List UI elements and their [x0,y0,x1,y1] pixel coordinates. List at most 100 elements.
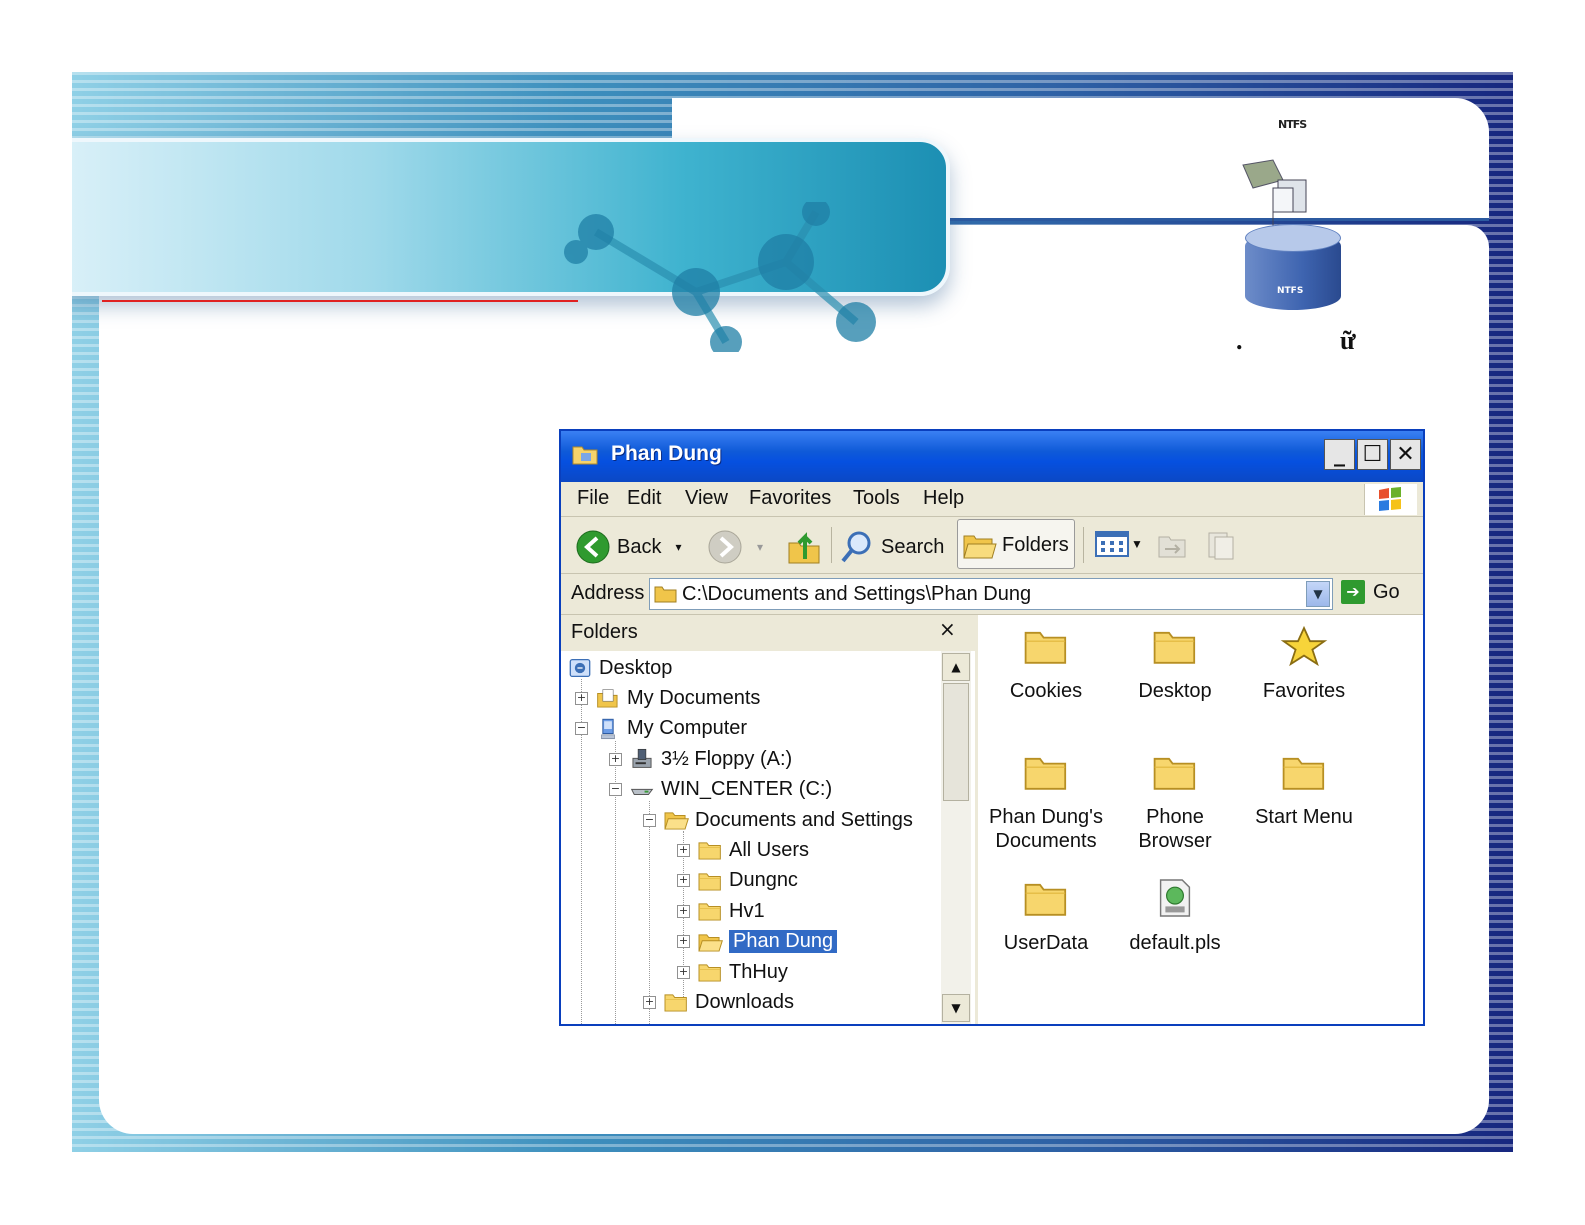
folder-open-icon [697,931,723,953]
expand-icon[interactable]: + [677,904,690,918]
menu-bar: File Edit View Favorites Tools Help [561,482,1423,517]
tree-item[interactable]: − My Computer [575,714,747,744]
toolbar-separator [1083,527,1084,563]
folder-item[interactable]: UserData [982,877,1110,955]
scroll-down-button[interactable]: ▼ [942,994,970,1022]
ntfs-drive-top [1245,224,1341,252]
tree-item-label: Hv1 [729,899,765,922]
file-item-label: Phan Dung's Documents [989,806,1103,852]
menu-view[interactable]: View [685,487,728,510]
tree-item[interactable]: + Dungnc [677,866,798,896]
header-divider [932,218,1489,221]
tree-item[interactable]: +3½ Floppy (A:) [609,744,792,774]
address-bar: Address C:\Documents and Settings\Phan D… [561,574,1423,615]
collapse-icon[interactable]: − [575,722,588,736]
back-label: Back [617,535,662,558]
title-banner [72,138,950,352]
folders-pane-close-icon[interactable]: × [939,617,956,641]
folder-item[interactable]: Phan Dung's Documents [982,751,1110,853]
tree-item-label: Dungnc [729,869,798,892]
address-dropdown-icon[interactable]: ▼ [1306,581,1330,607]
up-folder-button[interactable] [787,529,821,565]
file-item-label: Cookies [1009,680,1083,702]
expand-icon[interactable]: + [677,874,690,888]
tree-item-label: My Computer [627,717,748,740]
move-to-button[interactable] [1155,529,1191,561]
expand-icon[interactable]: + [575,691,588,705]
menu-help[interactable]: Help [923,487,964,510]
folder-window-icon [572,446,598,465]
copy-to-button[interactable] [1203,529,1239,561]
folder-open-icon [663,809,689,831]
tree-item[interactable]: − Documents and Settings [643,805,913,835]
back-dropdown-icon[interactable]: ▾ [675,540,681,554]
folder-item[interactable]: Desktop [1111,625,1239,703]
tree-item-label: ThHuy [729,960,788,983]
tree-item[interactable]: − WIN_CENTER (C:) [609,775,832,805]
menu-edit[interactable]: Edit [627,487,661,510]
collapse-icon[interactable]: − [609,783,622,797]
expand-icon[interactable]: + [643,995,656,1009]
tree-item-label: All Users [729,838,810,861]
folder-icon [697,839,723,861]
tree-item-label: Phan Dung [729,930,838,954]
collapse-icon[interactable]: − [643,813,656,827]
menu-favorites[interactable]: Favorites [749,487,831,510]
maximize-button[interactable]: ☐ [1357,439,1388,470]
search-button[interactable]: Search [839,529,944,565]
folder-item[interactable]: Cookies [982,625,1110,703]
forward-button[interactable]: ▾ [707,529,763,565]
close-button[interactable]: ✕ [1390,439,1421,470]
file-item-label: UserData [1003,932,1089,954]
tree-item[interactable]: + All Users [677,835,809,865]
expand-icon[interactable]: + [677,935,690,949]
explorer-window: Phan Dung _ ☐ ✕ File Edit View Favorites… [559,429,1425,1026]
window-titlebar[interactable]: Phan Dung _ ☐ ✕ [561,431,1423,482]
file-item-label: default.pls [1129,932,1221,954]
ntfs-graphic: NTFS NTFS [1230,110,1350,350]
minimize-button[interactable]: _ [1324,439,1355,470]
go-label: Go [1373,580,1400,603]
tree-item[interactable]: + Phan Dung [677,927,838,957]
window-title: Phan Dung [611,442,722,465]
menu-file[interactable]: File [577,487,609,510]
ntfs-drive-label: NTFS [1277,286,1304,296]
folder-icon [1022,751,1070,799]
address-value: C:\Documents and Settings\Phan Dung [682,583,1032,605]
folder-icon [697,961,723,983]
scroll-up-button[interactable]: ▲ [942,653,970,681]
expand-icon[interactable]: + [609,752,622,766]
title-fragment-1: . [1236,326,1243,355]
tree-item[interactable]: + My Documents [575,683,760,713]
file-item-label: Desktop [1138,680,1212,702]
folder-icon [1022,877,1070,925]
address-input[interactable]: C:\Documents and Settings\Phan Dung ▼ [649,578,1333,610]
molecule-graphic [564,202,876,352]
tree-item[interactable]: Desktop [567,653,672,683]
scroll-thumb[interactable] [943,683,969,801]
favorites-item[interactable]: Favorites [1240,625,1368,703]
tree-item[interactable]: + Downloads [643,987,794,1017]
folder-item[interactable]: Start Menu [1240,751,1368,829]
expand-icon[interactable]: + [677,965,690,979]
file-item-label: Phone Browser [1138,806,1212,852]
tree-item[interactable]: + ThHuy [677,957,788,987]
tree-item[interactable]: + Hv1 [677,896,765,926]
toolbar: Back ▾ ▾ Search Folders ▼ [561,517,1423,574]
title-underline [102,300,578,302]
folder-tree: Desktop + My Documents − My Computer +3½ Flop… [561,651,941,1024]
views-dropdown-icon[interactable]: ▼ [1131,537,1143,551]
title-fragment-2: ữ [1340,326,1356,355]
views-button[interactable]: ▼ [1095,529,1143,559]
go-arrow-icon: ➔ [1341,580,1365,604]
menu-tools[interactable]: Tools [853,487,900,510]
file-item[interactable]: default.pls [1111,877,1239,955]
go-button[interactable]: ➔ Go [1341,580,1400,604]
folder-item[interactable]: Phone Browser [1111,751,1239,853]
back-button[interactable]: Back ▾ [575,529,682,565]
search-label: Search [881,535,945,558]
folders-scrollbar[interactable]: ▲ ▼ [941,651,971,1024]
expand-icon[interactable]: + [677,843,690,857]
folders-button[interactable]: Folders [957,519,1075,569]
forward-dropdown-icon: ▾ [757,540,764,554]
